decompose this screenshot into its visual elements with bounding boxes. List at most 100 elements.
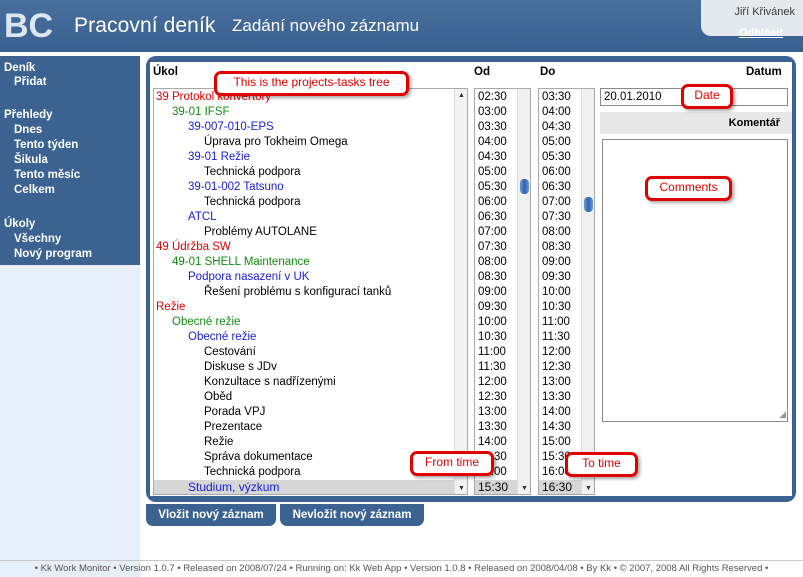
- sidebar-item-vsechny[interactable]: Všechny: [14, 233, 61, 245]
- task-tree-item[interactable]: Konzultace s nadřízenými: [204, 375, 336, 390]
- task-tree-item[interactable]: 39-01 Režie: [188, 150, 250, 165]
- from-time-option[interactable]: 08:00: [478, 255, 507, 270]
- task-tree-item[interactable]: Technická podpora: [204, 465, 301, 480]
- task-tree-item[interactable]: ATCL: [188, 210, 217, 225]
- sidebar-item-tento-mesic[interactable]: Tento měsíc: [14, 169, 80, 181]
- sidebar-item-novy-program[interactable]: Nový program: [14, 248, 92, 260]
- task-tree-item[interactable]: Režie: [156, 300, 185, 315]
- from-time-option[interactable]: 05:30: [478, 180, 507, 195]
- from-time-option[interactable]: 12:30: [478, 390, 507, 405]
- from-time-option[interactable]: 06:00: [478, 195, 507, 210]
- task-tree-item[interactable]: Obecné režie: [188, 330, 256, 345]
- from-time-option[interactable]: 03:00: [478, 105, 507, 120]
- to-time-option[interactable]: 14:30: [542, 420, 571, 435]
- to-time-option[interactable]: 12:00: [542, 345, 571, 360]
- to-time-option[interactable]: 06:00: [542, 165, 571, 180]
- sidebar-item-pridat[interactable]: Přidat: [14, 76, 47, 88]
- resize-grip-icon[interactable]: ◢: [779, 409, 786, 420]
- to-time-option[interactable]: 05:30: [542, 150, 571, 165]
- task-tree-item[interactable]: Diskuse s JDv: [204, 360, 277, 375]
- from-time-option[interactable]: 06:30: [478, 210, 507, 225]
- from-time-option[interactable]: 08:30: [478, 270, 507, 285]
- sidebar-item-celkem[interactable]: Celkem: [14, 184, 55, 196]
- task-tree-item[interactable]: Podpora nasazení v UK: [188, 270, 309, 285]
- to-time-option[interactable]: 11:00: [542, 315, 570, 330]
- sidebar-section-denik[interactable]: Deník: [4, 62, 35, 74]
- from-time-selected[interactable]: 15:30: [475, 480, 519, 494]
- task-tree-item[interactable]: Technická podpora: [204, 195, 301, 210]
- from-time-list[interactable]: 02:30 03:00 03:30 04:00 04:30 05:00 05:30 06:00…: [474, 88, 531, 495]
- to-time-option[interactable]: 07:30: [542, 210, 571, 225]
- to-time-list[interactable]: 03:30 04:00 04:30 05:00 05:30 06:00 06:30 07:00…: [538, 88, 595, 495]
- sidebar-section-ukoly[interactable]: Úkoly: [4, 218, 35, 230]
- to-time-option[interactable]: 11:30: [542, 330, 570, 345]
- task-tree-item[interactable]: Oběd: [204, 390, 232, 405]
- task-tree-item[interactable]: 39-01-002 Tatsuno: [188, 180, 284, 195]
- from-time-option[interactable]: 05:00: [478, 165, 507, 180]
- scroll-up-icon[interactable]: ▲: [458, 92, 465, 99]
- sidebar-item-dnes[interactable]: Dnes: [14, 124, 42, 136]
- from-time-option[interactable]: 02:30: [478, 90, 507, 105]
- task-tree-item[interactable]: Řešení problému s konfigurací tanků: [204, 285, 391, 300]
- dropdown-arrow-icon[interactable]: ▼: [585, 485, 592, 492]
- to-time-option[interactable]: 13:30: [542, 390, 571, 405]
- to-time-option[interactable]: 04:00: [542, 105, 571, 120]
- from-time-option[interactable]: 09:30: [478, 300, 507, 315]
- from-time-option[interactable]: 11:00: [478, 345, 506, 360]
- from-time-option[interactable]: 13:00: [478, 405, 507, 420]
- from-time-option[interactable]: 03:30: [478, 120, 507, 135]
- dropdown-arrow-icon[interactable]: ▼: [458, 485, 465, 492]
- to-time-option[interactable]: 10:00: [542, 285, 571, 300]
- from-time-option[interactable]: 14:00: [478, 435, 507, 450]
- to-time-option[interactable]: 03:30: [542, 90, 571, 105]
- to-time-option[interactable]: 08:30: [542, 240, 571, 255]
- task-tree-item[interactable]: Režie: [204, 435, 233, 450]
- sidebar-item-sikula[interactable]: Šikula: [14, 154, 48, 166]
- logout-link[interactable]: Odhlásit: [739, 27, 783, 39]
- to-time-option[interactable]: 06:30: [542, 180, 571, 195]
- from-time-option[interactable]: 10:30: [478, 330, 507, 345]
- dropdown-arrow-icon[interactable]: ▼: [521, 485, 528, 492]
- from-time-option[interactable]: 12:00: [478, 375, 507, 390]
- from-time-option[interactable]: 07:00: [478, 225, 507, 240]
- to-time-selected[interactable]: 16:30: [539, 480, 583, 494]
- cancel-entry-button[interactable]: Nevložit nový záznam: [280, 504, 424, 526]
- from-time-option[interactable]: 10:00: [478, 315, 507, 330]
- to-time-option[interactable]: 09:00: [542, 255, 571, 270]
- sidebar-item-tento-tyden[interactable]: Tento týden: [14, 139, 78, 151]
- task-tree-scrollbar[interactable]: ▲ ▼: [454, 89, 467, 494]
- sidebar-section-prehledy[interactable]: Přehledy: [4, 109, 53, 121]
- task-tree-item[interactable]: Problémy AUTOLANE: [204, 225, 317, 240]
- task-tree-item[interactable]: Porada VPJ: [204, 405, 265, 420]
- to-time-option[interactable]: 14:00: [542, 405, 571, 420]
- from-time-option[interactable]: 09:00: [478, 285, 507, 300]
- from-time-option[interactable]: 13:30: [478, 420, 507, 435]
- task-tree-item[interactable]: 49-01 SHELL Maintenance: [172, 255, 310, 270]
- to-time-option[interactable]: 09:30: [542, 270, 571, 285]
- to-time-scrollbar[interactable]: ▼: [581, 89, 594, 494]
- from-time-option[interactable]: 07:30: [478, 240, 507, 255]
- from-time-option[interactable]: 11:30: [478, 360, 506, 375]
- scroll-thumb[interactable]: [520, 179, 529, 194]
- task-tree-item[interactable]: 49 Údržba SW: [156, 240, 231, 255]
- from-time-option[interactable]: 04:00: [478, 135, 507, 150]
- to-time-option[interactable]: 05:00: [542, 135, 571, 150]
- save-entry-button[interactable]: Vložit nový záznam: [146, 504, 276, 526]
- task-tree-item[interactable]: Obecné režie: [172, 315, 240, 330]
- task-tree-item[interactable]: Technická podpora: [204, 165, 301, 180]
- task-tree-item[interactable]: Prezentace: [204, 420, 262, 435]
- task-tree-item[interactable]: Cestování: [204, 345, 256, 360]
- to-time-option[interactable]: 07:00: [542, 195, 571, 210]
- from-time-scrollbar[interactable]: ▼: [517, 89, 530, 494]
- task-tree-item[interactable]: Úprava pro Tokheim Omega: [204, 135, 348, 150]
- to-time-option[interactable]: 10:30: [542, 300, 571, 315]
- from-time-option[interactable]: 04:30: [478, 150, 507, 165]
- task-tree-item[interactable]: 39-007-010-EPS: [188, 120, 274, 135]
- task-tree-list[interactable]: 39 Protokol konvertory 39-01 IFSF 39-007-0…: [153, 88, 468, 495]
- to-time-option[interactable]: 12:30: [542, 360, 571, 375]
- to-time-option[interactable]: 13:00: [542, 375, 571, 390]
- to-time-option[interactable]: 08:00: [542, 225, 571, 240]
- task-tree-item[interactable]: Správa dokumentace: [204, 450, 313, 465]
- task-tree-item[interactable]: 39-01 IFSF: [172, 105, 230, 120]
- task-selected-row[interactable]: Studium, výzkum: [154, 480, 456, 494]
